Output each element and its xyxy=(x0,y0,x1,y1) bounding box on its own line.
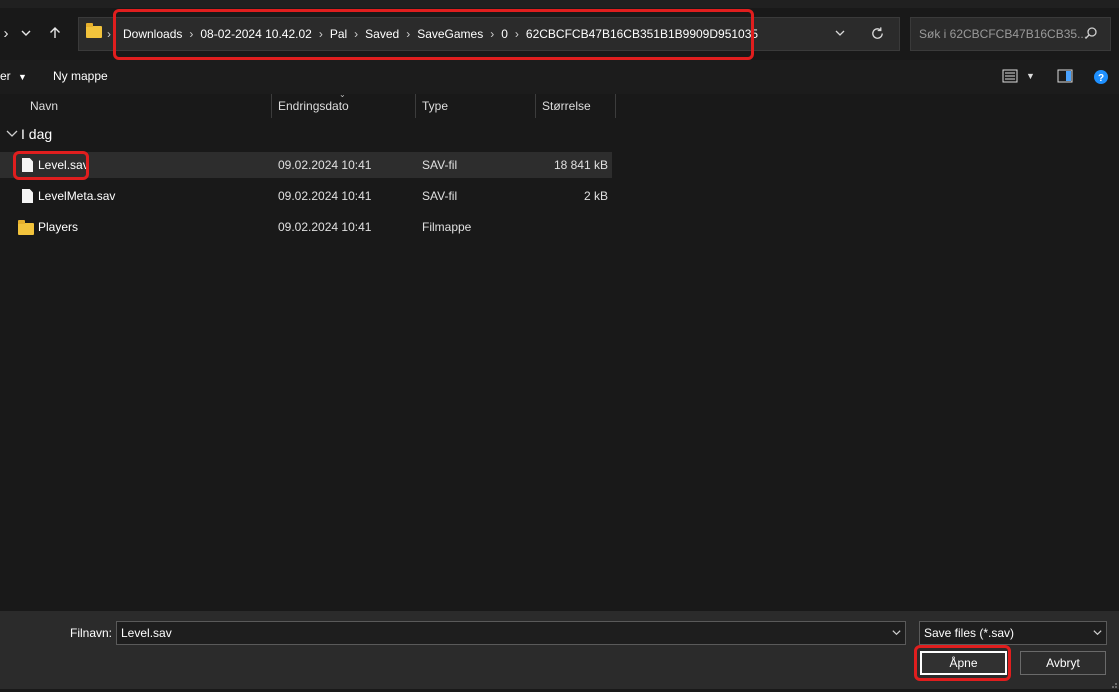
file-type-filter-value: Save files (*.sav) xyxy=(924,626,1015,640)
file-size: 18 841 kB xyxy=(553,158,608,172)
folder-icon xyxy=(86,23,102,41)
table-row[interactable]: Players 09.02.2024 10:41 Filmappe xyxy=(0,214,612,240)
file-date: 09.02.2024 10:41 xyxy=(278,158,372,172)
address-history-chevron-icon[interactable] xyxy=(834,27,846,42)
file-type: Filmappe xyxy=(422,220,472,234)
column-header-date[interactable]: Endringsdato xyxy=(278,94,349,118)
breadcrumb-highlight xyxy=(113,9,754,60)
sort-menu-button[interactable]: er ▼ xyxy=(0,69,27,83)
group-collapse-chevron-icon xyxy=(6,130,18,137)
view-details-icon[interactable] xyxy=(1002,69,1018,86)
caret-down-icon: ▼ xyxy=(18,72,27,82)
filename-input[interactable]: Level.sav xyxy=(116,621,906,645)
file-name: LevelMeta.sav xyxy=(38,189,116,203)
file-type-filter-select[interactable]: Save files (*.sav) xyxy=(919,621,1107,645)
group-header-today[interactable]: I dag xyxy=(6,126,52,142)
search-icon[interactable] xyxy=(1084,26,1098,43)
table-row[interactable]: LevelMeta.sav 09.02.2024 10:41 SAV-fil 2… xyxy=(0,183,612,209)
search-placeholder: Søk i 62CBCFCB47B16CB35... xyxy=(919,27,1088,41)
new-folder-button[interactable]: Ny mappe xyxy=(53,69,108,83)
file-type: SAV-fil xyxy=(422,158,458,172)
filename-value: Level.sav xyxy=(121,626,172,640)
column-header-type[interactable]: Type xyxy=(422,94,448,118)
file-date: 09.02.2024 10:41 xyxy=(278,189,372,203)
file-icon xyxy=(22,189,33,206)
table-row[interactable]: Level.sav 09.02.2024 10:41 SAV-fil 18 84… xyxy=(0,152,612,178)
file-date: 09.02.2024 10:41 xyxy=(278,220,372,234)
command-bar xyxy=(0,60,1119,94)
column-divider[interactable] xyxy=(615,94,616,118)
open-button-highlight xyxy=(914,645,1011,681)
column-divider[interactable] xyxy=(271,94,272,118)
preview-pane-icon[interactable] xyxy=(1057,69,1073,86)
refresh-icon[interactable] xyxy=(870,26,885,44)
file-size xyxy=(540,214,608,240)
filename-dropdown-chevron-icon[interactable] xyxy=(891,627,902,641)
file-highlight xyxy=(13,151,89,180)
help-icon[interactable]: ? xyxy=(1093,69,1109,88)
file-name: Players xyxy=(38,220,79,234)
filter-dropdown-chevron-icon[interactable] xyxy=(1092,627,1103,641)
title-strip xyxy=(0,0,1119,8)
column-divider[interactable] xyxy=(535,94,536,118)
folder-icon xyxy=(18,220,34,238)
arrow-up-icon[interactable] xyxy=(43,21,67,45)
filename-label: Filnavn: xyxy=(70,626,113,640)
search-input[interactable]: Søk i 62CBCFCB47B16CB35... xyxy=(910,17,1111,51)
column-divider[interactable] xyxy=(415,94,416,118)
chevron-down-icon[interactable] xyxy=(14,21,38,45)
svg-text:?: ? xyxy=(1098,73,1104,84)
resize-grip-icon[interactable] xyxy=(1108,678,1118,688)
file-type: SAV-fil xyxy=(422,189,458,203)
sort-menu-label: er xyxy=(0,69,11,83)
column-header-size[interactable]: Størrelse xyxy=(542,94,591,118)
column-header-name[interactable]: Navn xyxy=(30,94,58,118)
view-options-caret-icon[interactable]: ▼ xyxy=(1026,71,1035,81)
group-title: I dag xyxy=(21,126,53,142)
cancel-button[interactable]: Avbryt xyxy=(1020,651,1106,675)
file-size: 2 kB xyxy=(583,189,608,203)
breadcrumb-root-separator[interactable]: › xyxy=(107,27,111,41)
